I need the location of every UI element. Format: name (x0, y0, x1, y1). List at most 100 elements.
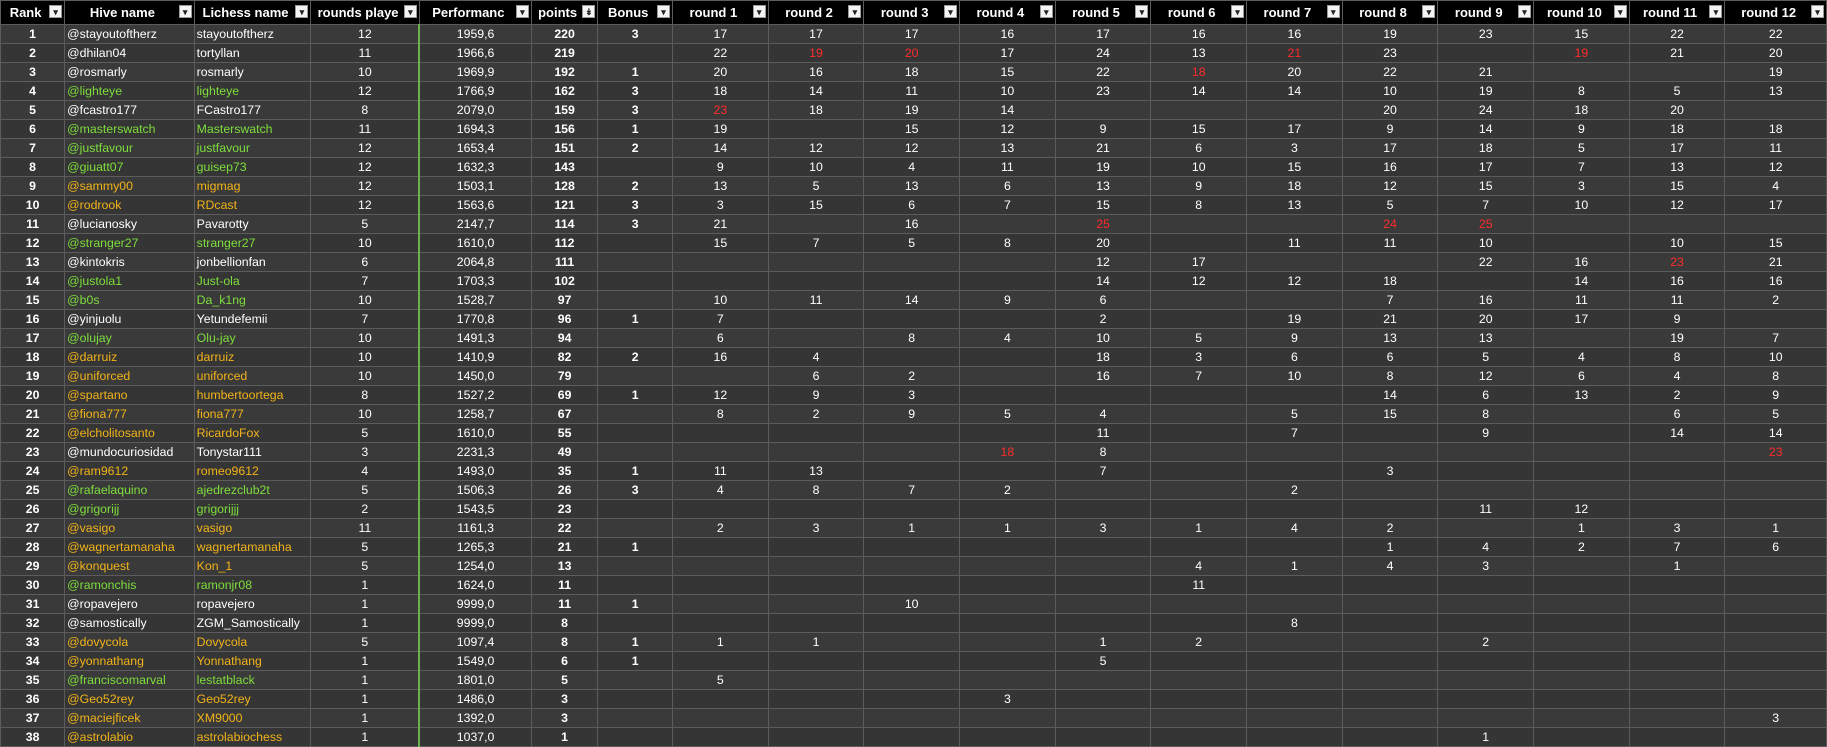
performance-cell[interactable]: 1543,5 (418, 499, 532, 519)
round-3-cell[interactable] (863, 271, 961, 291)
bonus-cell[interactable] (597, 708, 674, 728)
round-3-cell[interactable] (863, 423, 961, 443)
column-header[interactable]: round 3 ▾ (863, 0, 961, 25)
round-4-cell[interactable]: 17 (959, 43, 1056, 63)
round-1-cell[interactable]: 4 (672, 480, 769, 500)
rounds-played-cell[interactable]: 10 (310, 404, 420, 424)
round-12-cell[interactable] (1724, 480, 1827, 500)
round-9-cell[interactable] (1437, 575, 1535, 595)
round-11-cell[interactable]: 5 (1628, 81, 1726, 101)
round-9-cell[interactable]: 17 (1437, 157, 1535, 177)
round-10-cell[interactable]: 11 (1533, 290, 1630, 310)
round-12-cell[interactable]: 3 (1724, 708, 1827, 728)
round-12-cell[interactable] (1724, 594, 1827, 614)
round-8-cell[interactable] (1341, 670, 1439, 690)
round-11-cell[interactable]: 16 (1628, 271, 1726, 291)
round-2-cell[interactable] (767, 309, 865, 329)
rank-cell[interactable]: 6 (0, 119, 66, 139)
hive-name-cell[interactable]: @vasigo (64, 518, 195, 538)
round-6-cell[interactable]: 10 (1150, 157, 1248, 177)
rank-cell[interactable]: 1 (0, 24, 66, 44)
lichess-name-cell[interactable]: uniforced (193, 366, 312, 386)
performance-cell[interactable]: 9999,0 (418, 594, 532, 614)
filter-dropdown-icon[interactable]: ▾ (1326, 5, 1340, 18)
round-3-cell[interactable] (863, 670, 961, 690)
bonus-cell[interactable]: 3 (597, 195, 674, 215)
round-4-cell[interactable] (959, 347, 1056, 367)
round-6-cell[interactable]: 16 (1150, 24, 1248, 44)
rank-cell[interactable]: 11 (0, 214, 66, 234)
round-12-cell[interactable] (1724, 670, 1827, 690)
round-7-cell[interactable]: 20 (1246, 62, 1343, 82)
bonus-cell[interactable]: 2 (597, 347, 674, 367)
round-2-cell[interactable] (767, 499, 865, 519)
round-2-cell[interactable] (767, 670, 865, 690)
round-8-cell[interactable]: 23 (1341, 43, 1439, 63)
round-6-cell[interactable]: 3 (1150, 347, 1248, 367)
round-12-cell[interactable]: 15 (1724, 233, 1827, 253)
hive-name-cell[interactable]: @masterswatch (64, 119, 195, 139)
round-11-cell[interactable] (1628, 461, 1726, 481)
round-10-cell[interactable]: 2 (1533, 537, 1630, 557)
rank-cell[interactable]: 16 (0, 309, 66, 329)
bonus-cell[interactable] (597, 670, 674, 690)
round-8-cell[interactable]: 20 (1341, 100, 1439, 120)
rounds-played-cell[interactable]: 12 (310, 195, 420, 215)
points-cell[interactable]: 79 (530, 366, 599, 386)
round-2-cell[interactable] (767, 689, 865, 709)
round-11-cell[interactable] (1628, 594, 1726, 614)
round-2-cell[interactable] (767, 537, 865, 557)
round-5-cell[interactable] (1054, 480, 1152, 500)
filter-dropdown-icon[interactable]: ▾ (1613, 5, 1627, 18)
points-cell[interactable]: 111 (530, 252, 599, 272)
round-1-cell[interactable]: 11 (672, 461, 769, 481)
round-9-cell[interactable]: 22 (1437, 252, 1535, 272)
round-11-cell[interactable]: 22 (1628, 24, 1726, 44)
hive-name-cell[interactable]: @fcastro177 (64, 100, 195, 120)
bonus-cell[interactable]: 1 (597, 632, 674, 652)
round-7-cell[interactable] (1246, 499, 1343, 519)
filter-dropdown-icon[interactable]: ▾ (1709, 5, 1723, 18)
round-8-cell[interactable] (1341, 613, 1439, 633)
round-4-cell[interactable]: 1 (959, 518, 1056, 538)
rank-cell[interactable]: 21 (0, 404, 66, 424)
round-10-cell[interactable]: 13 (1533, 385, 1630, 405)
round-4-cell[interactable]: 13 (959, 138, 1056, 158)
points-cell[interactable]: 159 (530, 100, 599, 120)
lichess-name-cell[interactable]: humbertoortega (193, 385, 312, 405)
filter-dropdown-icon[interactable]: ▾ (403, 5, 417, 18)
round-11-cell[interactable]: 4 (1628, 366, 1726, 386)
round-7-cell[interactable]: 2 (1246, 480, 1343, 500)
round-12-cell[interactable]: 23 (1724, 442, 1827, 462)
round-1-cell[interactable] (672, 613, 769, 633)
round-6-cell[interactable] (1150, 423, 1248, 443)
lichess-name-cell[interactable]: romeo9612 (193, 461, 312, 481)
round-12-cell[interactable]: 5 (1724, 404, 1827, 424)
round-8-cell[interactable]: 16 (1341, 157, 1439, 177)
round-4-cell[interactable]: 3 (959, 689, 1056, 709)
rounds-played-cell[interactable]: 1 (310, 708, 420, 728)
points-cell[interactable]: 22 (530, 518, 599, 538)
filter-dropdown-icon[interactable]: ▾ (944, 5, 958, 18)
round-1-cell[interactable]: 6 (672, 328, 769, 348)
rounds-played-cell[interactable]: 7 (310, 309, 420, 329)
filter-dropdown-icon[interactable]: ▾ (657, 5, 671, 18)
round-12-cell[interactable]: 12 (1724, 157, 1827, 177)
round-8-cell[interactable]: 14 (1341, 385, 1439, 405)
round-4-cell[interactable]: 8 (959, 233, 1056, 253)
column-header[interactable]: round 8 ▾ (1341, 0, 1439, 25)
round-6-cell[interactable] (1150, 290, 1248, 310)
hive-name-cell[interactable]: @sammy00 (64, 176, 195, 196)
round-8-cell[interactable]: 7 (1341, 290, 1439, 310)
round-10-cell[interactable]: 8 (1533, 81, 1630, 101)
rank-cell[interactable]: 34 (0, 651, 66, 671)
round-8-cell[interactable]: 18 (1341, 271, 1439, 291)
round-4-cell[interactable] (959, 499, 1056, 519)
round-8-cell[interactable]: 24 (1341, 214, 1439, 234)
round-6-cell[interactable] (1150, 727, 1248, 747)
points-cell[interactable]: 55 (530, 423, 599, 443)
rounds-played-cell[interactable]: 5 (310, 556, 420, 576)
hive-name-cell[interactable]: @elcholitosanto (64, 423, 195, 443)
performance-cell[interactable]: 1624,0 (418, 575, 532, 595)
round-3-cell[interactable]: 13 (863, 176, 961, 196)
